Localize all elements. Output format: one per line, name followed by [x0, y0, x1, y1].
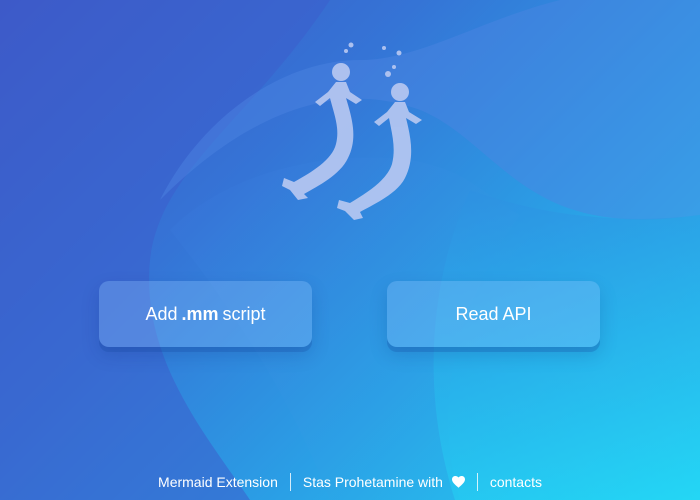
author-text: Stas Prohetamine with [302, 474, 443, 490]
author-link[interactable]: Stas Prohetamine with [303, 474, 465, 490]
footer: Mermaid Extension Stas Prohetamine with … [0, 470, 700, 494]
read-api-button[interactable]: Read API [387, 281, 600, 347]
footer-divider [289, 473, 291, 491]
add-label-prefix: Add [145, 303, 178, 324]
add-mm-script-button[interactable]: Add .mm script [99, 281, 312, 347]
extension-name-link[interactable]: Mermaid Extension [158, 474, 278, 490]
contacts-link[interactable]: contacts [490, 474, 542, 490]
read-api-label: Read API [455, 303, 532, 324]
heart-icon [451, 476, 465, 488]
footer-divider [476, 473, 478, 491]
two-mermaids-logo-icon [282, 42, 422, 220]
add-label-suffix: script [222, 303, 266, 324]
add-label-extension: .mm [181, 303, 219, 324]
